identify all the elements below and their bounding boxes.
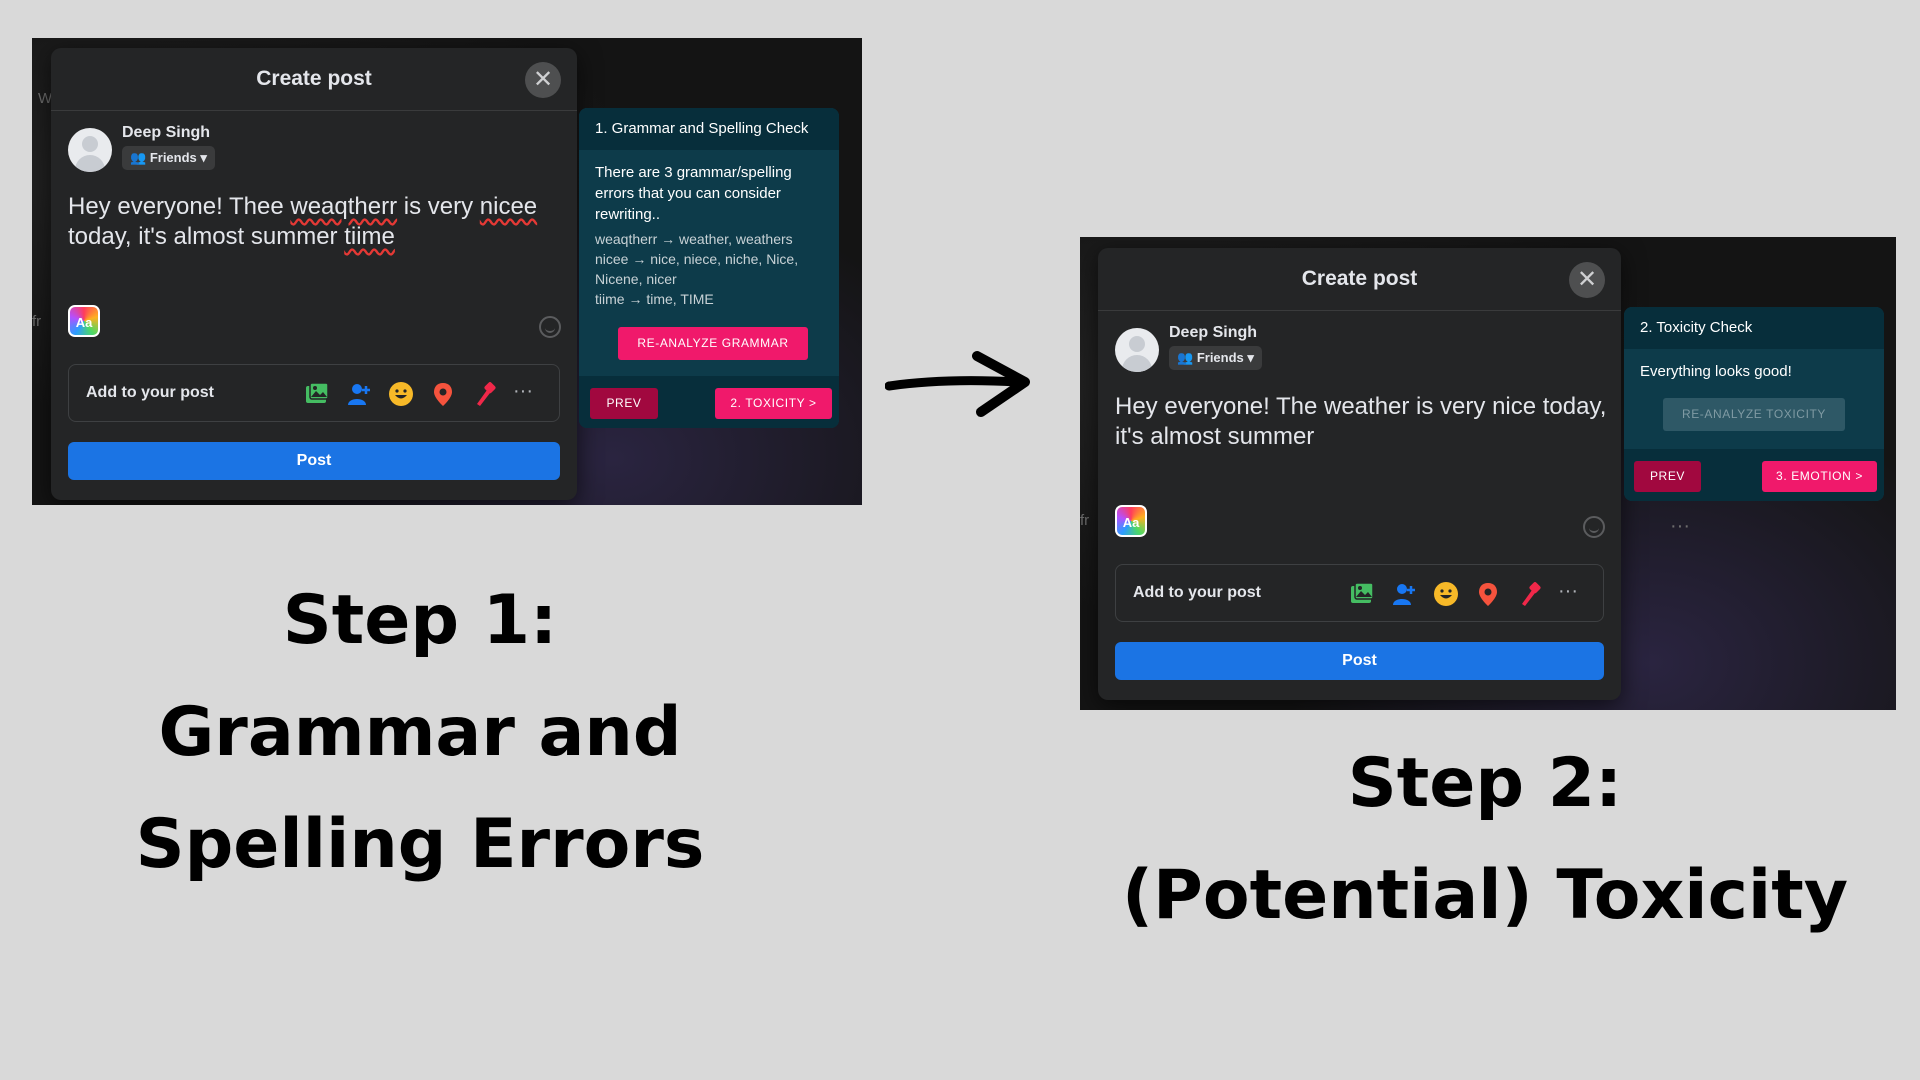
step1-screenshot: W fr Create post ✕ Deep Singh 👥 Friends … xyxy=(32,38,862,505)
post-button[interactable]: Post xyxy=(68,442,560,480)
caret-down-icon: ▾ xyxy=(200,150,207,165)
correction-item: nicee → nice, niece, niche, Nice, Nicene… xyxy=(595,251,799,287)
background-text: fr xyxy=(32,313,42,330)
more-icon[interactable]: ··· xyxy=(1558,580,1586,608)
live-video-icon[interactable] xyxy=(471,380,499,408)
dialog-title: Create post xyxy=(1301,267,1418,290)
emoji-icon[interactable] xyxy=(539,316,561,338)
more-icon[interactable]: ··· xyxy=(513,380,541,408)
misspelled-word[interactable]: weaqtherr xyxy=(290,193,397,220)
live-video-icon[interactable] xyxy=(1516,580,1544,608)
grammar-check-panel: 1. Grammar and Spelling Check There are … xyxy=(579,108,839,428)
photo-video-icon[interactable] xyxy=(1348,580,1376,608)
add-to-post-label: Add to your post xyxy=(1133,584,1261,601)
caption-line: Grammar and xyxy=(158,693,682,772)
add-to-post-label: Add to your post xyxy=(86,384,214,401)
audience-selector[interactable]: 👥 Friends ▾ xyxy=(1169,346,1262,370)
add-to-post-bar: Add to your post ··· xyxy=(68,364,560,422)
step2-caption: Step 2: (Potential) Toxicity xyxy=(1060,728,1910,952)
background-text: fr xyxy=(1080,512,1090,529)
post-button[interactable]: Post xyxy=(1115,642,1604,680)
audience-label: Friends xyxy=(149,150,197,165)
friends-icon: 👥 xyxy=(1177,350,1194,365)
arrow-right-icon xyxy=(885,351,1030,417)
panel-body: There are 3 grammar/spelling errors that… xyxy=(579,150,839,309)
caret-down-icon: ▾ xyxy=(1247,350,1254,365)
user-name: Deep Singh xyxy=(1169,324,1258,341)
post-textarea[interactable]: Hey everyone! The weather is very nice t… xyxy=(1115,392,1610,452)
panel-title: 2. Toxicity Check xyxy=(1624,307,1884,349)
reanalyze-grammar-button[interactable]: RE-ANALYZE GRAMMAR xyxy=(618,327,808,360)
check-in-icon[interactable] xyxy=(1474,580,1502,608)
panel-title: 1. Grammar and Spelling Check xyxy=(579,108,839,150)
emoji-icon[interactable] xyxy=(1583,516,1605,538)
text-background-icon[interactable]: Aa xyxy=(1115,505,1147,537)
close-icon: ✕ xyxy=(532,66,554,93)
user-name: Deep Singh xyxy=(122,124,211,141)
prev-button[interactable]: PREV xyxy=(1634,461,1701,492)
correction-item: weaqtherr → weather, weathers xyxy=(595,231,793,247)
caption-line: Step 1: xyxy=(282,581,558,660)
text-background-icon[interactable]: Aa xyxy=(68,305,100,337)
next-emotion-button[interactable]: 3. EMOTION > xyxy=(1762,461,1877,492)
misspelled-word[interactable]: nicee xyxy=(480,193,537,220)
dialog-header: Create post ✕ xyxy=(1098,248,1621,311)
create-post-dialog: Create post ✕ Deep Singh 👥 Friends ▾ Hey… xyxy=(51,48,577,500)
photo-video-icon[interactable] xyxy=(303,380,331,408)
panel-body: Everything looks good! xyxy=(1624,349,1884,382)
avatar xyxy=(68,128,112,172)
panel-message: Everything looks good! xyxy=(1640,363,1792,380)
dialog-header: Create post ✕ xyxy=(51,48,577,111)
check-in-icon[interactable] xyxy=(429,380,457,408)
avatar xyxy=(1115,328,1159,372)
friends-icon: 👥 xyxy=(130,150,147,165)
next-toxicity-button[interactable]: 2. TOXICITY > xyxy=(715,388,832,419)
step2-screenshot: fr ··· Create post ✕ Deep Singh 👥 Friend… xyxy=(1080,237,1896,710)
tag-people-icon[interactable] xyxy=(1390,580,1418,608)
post-text-segment: today, it's almost summer xyxy=(68,223,345,250)
correction-item: tiime → time, TIME xyxy=(595,291,714,307)
misspelled-word[interactable]: tiime xyxy=(344,223,395,250)
background-dots: ··· xyxy=(1670,515,1690,537)
feeling-icon[interactable] xyxy=(387,380,415,408)
panel-message: There are 3 grammar/spelling errors that… xyxy=(595,164,792,223)
prev-button[interactable]: PREV xyxy=(590,388,658,419)
create-post-dialog: Create post ✕ Deep Singh 👥 Friends ▾ Hey… xyxy=(1098,248,1621,700)
caption-line: Spelling Errors xyxy=(135,805,705,884)
close-button[interactable]: ✕ xyxy=(525,62,561,98)
post-text-segment: Hey everyone! Thee xyxy=(68,193,291,220)
add-to-post-bar: Add to your post ··· xyxy=(1115,564,1604,622)
caption-line: (Potential) Toxicity xyxy=(1121,856,1849,935)
audience-label: Friends xyxy=(1196,350,1244,365)
audience-selector[interactable]: 👥 Friends ▾ xyxy=(122,146,215,170)
toxicity-check-panel: 2. Toxicity Check Everything looks good!… xyxy=(1624,307,1884,501)
caption-line: Step 2: xyxy=(1347,744,1623,823)
post-text-segment: is very xyxy=(397,193,480,220)
reanalyze-toxicity-button[interactable]: RE-ANALYZE TOXICITY xyxy=(1663,398,1845,431)
feeling-icon[interactable] xyxy=(1432,580,1460,608)
step1-caption: Step 1: Grammar and Spelling Errors xyxy=(50,565,790,901)
close-icon: ✕ xyxy=(1576,266,1598,293)
post-textarea[interactable]: Hey everyone! Thee weaqtherr is very nic… xyxy=(68,192,558,252)
tag-people-icon[interactable] xyxy=(345,380,373,408)
close-button[interactable]: ✕ xyxy=(1569,262,1605,298)
dialog-title: Create post xyxy=(256,67,372,90)
